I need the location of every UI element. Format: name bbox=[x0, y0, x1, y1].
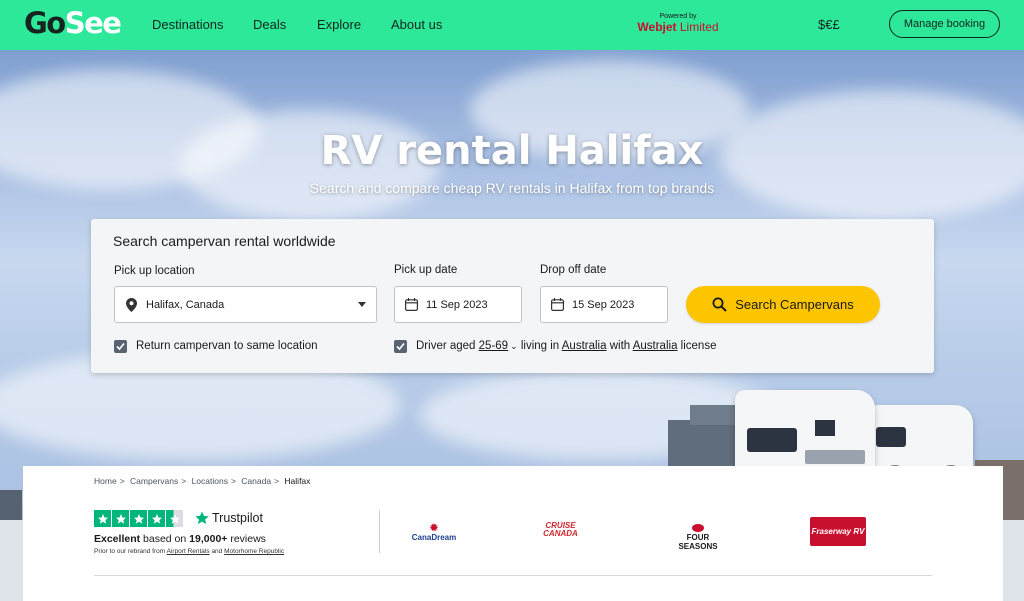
search-icon bbox=[712, 297, 727, 312]
return-same-location-checkbox[interactable] bbox=[114, 340, 127, 353]
breadcrumb-home[interactable]: Home bbox=[94, 476, 117, 486]
building-silhouette bbox=[0, 490, 22, 520]
webjet-brand: Webjet Limited bbox=[637, 21, 719, 34]
with-text: with bbox=[609, 340, 631, 352]
dropoff-date-label: Drop off date bbox=[540, 264, 607, 276]
building-silhouette bbox=[690, 405, 740, 425]
pickup-date-value: 11 Sep 2023 bbox=[426, 298, 488, 311]
trustpilot-name: Trustpilot bbox=[212, 511, 263, 525]
webjet-brand-bold: Webjet bbox=[637, 20, 677, 34]
driver-age-checkbox[interactable] bbox=[394, 340, 407, 353]
page-subtitle: Search and compare cheap RV rentals in H… bbox=[309, 180, 715, 196]
pickup-date-input[interactable]: 11 Sep 2023 bbox=[394, 286, 522, 323]
search-panel: Search campervan rental worldwide Pick u… bbox=[91, 219, 934, 373]
canadream-name: CanaDream bbox=[411, 533, 457, 542]
star-icon bbox=[112, 510, 129, 527]
breadcrumb-separator: > bbox=[119, 476, 125, 486]
brand-logo-four-seasons[interactable]: FOUR SEASONS bbox=[668, 524, 728, 551]
page-title: RV rental Halifax bbox=[320, 128, 704, 174]
currency-selector[interactable]: $€£ bbox=[818, 17, 840, 32]
content-card: Home > Campervans > Locations > Canada > Hal… bbox=[23, 466, 1003, 601]
calendar-icon bbox=[404, 298, 418, 312]
search-campervans-button[interactable]: Search Campervans bbox=[686, 286, 880, 323]
logo-see-text: See bbox=[64, 6, 122, 40]
calendar-icon bbox=[550, 298, 564, 312]
breadcrumb-campervans[interactable]: Campervans bbox=[130, 476, 178, 486]
driver-details-text: Driver aged 25-69 ⌄ living in Australia w… bbox=[416, 340, 716, 352]
pickup-location-value: Halifax, Canada bbox=[146, 298, 225, 311]
return-same-location-label[interactable]: Return campervan to same location bbox=[136, 340, 318, 352]
breadcrumb-locations[interactable]: Locations bbox=[192, 476, 228, 486]
pickup-date-label: Pick up date bbox=[394, 264, 458, 276]
four-seasons-emblem-icon bbox=[692, 524, 704, 532]
living-country-link[interactable]: Australia bbox=[562, 340, 607, 352]
driver-age-dropdown[interactable]: 25-69 bbox=[479, 340, 508, 352]
living-in-text: living in bbox=[520, 340, 560, 352]
rebrand-note: Prior to our rebrand from Airport Rental… bbox=[94, 548, 284, 555]
review-count: 19,000+ bbox=[189, 533, 228, 545]
section-divider bbox=[379, 510, 380, 553]
four-seasons-name: FOUR SEASONS bbox=[678, 533, 718, 551]
star-icon bbox=[130, 510, 147, 527]
license-country-link[interactable]: Australia bbox=[633, 340, 678, 352]
maple-leaf-icon: ✹ bbox=[429, 523, 439, 534]
manage-booking-button[interactable]: Manage booking bbox=[889, 10, 1000, 38]
nav-about-us[interactable]: About us bbox=[391, 17, 442, 32]
top-navigation-bar: GoSee Destinations Deals Explore About u… bbox=[0, 0, 1024, 50]
cruise-canada-name: CRUISE CANADA bbox=[543, 521, 578, 538]
brand-logo-fraserway[interactable]: Fraserway RV bbox=[810, 517, 866, 546]
logo-go-text: Go bbox=[24, 6, 66, 40]
trustpilot-star-icon bbox=[195, 511, 209, 525]
search-button-label: Search Campervans bbox=[735, 297, 854, 312]
based-on-text: based on bbox=[143, 533, 187, 545]
nav-deals[interactable]: Deals bbox=[253, 17, 286, 32]
webjet-brand-rest: Limited bbox=[676, 20, 719, 34]
brand-logo-cruise-canada[interactable]: CRUISE CANADA bbox=[533, 522, 588, 538]
chevron-down-icon[interactable]: ⌄ bbox=[510, 341, 518, 352]
airport-rentals-link[interactable]: Airport Rentals bbox=[167, 548, 210, 555]
chevron-down-icon bbox=[358, 302, 366, 307]
rating-word: Excellent bbox=[94, 533, 141, 545]
nav-destinations[interactable]: Destinations bbox=[152, 17, 224, 32]
star-icon bbox=[148, 510, 165, 527]
pickup-location-label: Pick up location bbox=[114, 265, 195, 277]
brand-logo-canadream[interactable]: ✹ CanaDream bbox=[399, 523, 469, 543]
breadcrumb-separator: > bbox=[230, 476, 236, 486]
dropoff-date-input[interactable]: 15 Sep 2023 bbox=[540, 286, 668, 323]
trustpilot-logo[interactable]: Trustpilot bbox=[194, 510, 263, 526]
trustpilot-summary: Excellent based on 19,000+ reviews bbox=[94, 533, 266, 545]
map-pin-icon bbox=[124, 297, 138, 312]
breadcrumb-separator: > bbox=[274, 476, 280, 486]
rebrand-note-and: and bbox=[211, 548, 223, 555]
breadcrumb: Home > Campervans > Locations > Canada > Hal… bbox=[94, 476, 310, 486]
dropoff-date-value: 15 Sep 2023 bbox=[572, 298, 635, 311]
half-star-icon bbox=[166, 510, 183, 527]
pickup-location-select[interactable]: Halifax, Canada bbox=[114, 286, 377, 323]
star-icon bbox=[94, 510, 111, 527]
powered-by-webjet: Powered by Webjet Limited bbox=[637, 13, 719, 34]
search-panel-title: Search campervan rental worldwide bbox=[113, 233, 336, 249]
license-text: license bbox=[680, 340, 717, 352]
driver-aged-text: Driver aged bbox=[416, 340, 476, 352]
nav-explore[interactable]: Explore bbox=[317, 17, 361, 32]
motorhome-republic-link[interactable]: Motorhome Republic bbox=[224, 548, 284, 555]
content-divider bbox=[94, 575, 932, 576]
gosee-logo[interactable]: GoSee bbox=[24, 6, 122, 40]
breadcrumb-current: Halifax bbox=[284, 476, 311, 486]
fraserway-name: Fraserway RV bbox=[811, 527, 865, 536]
breadcrumb-canada[interactable]: Canada bbox=[241, 476, 271, 486]
rebrand-note-prefix: Prior to our rebrand from bbox=[94, 548, 166, 555]
breadcrumb-separator: > bbox=[181, 476, 187, 486]
trustpilot-rating-stars bbox=[94, 510, 183, 527]
reviews-word: reviews bbox=[230, 533, 266, 545]
